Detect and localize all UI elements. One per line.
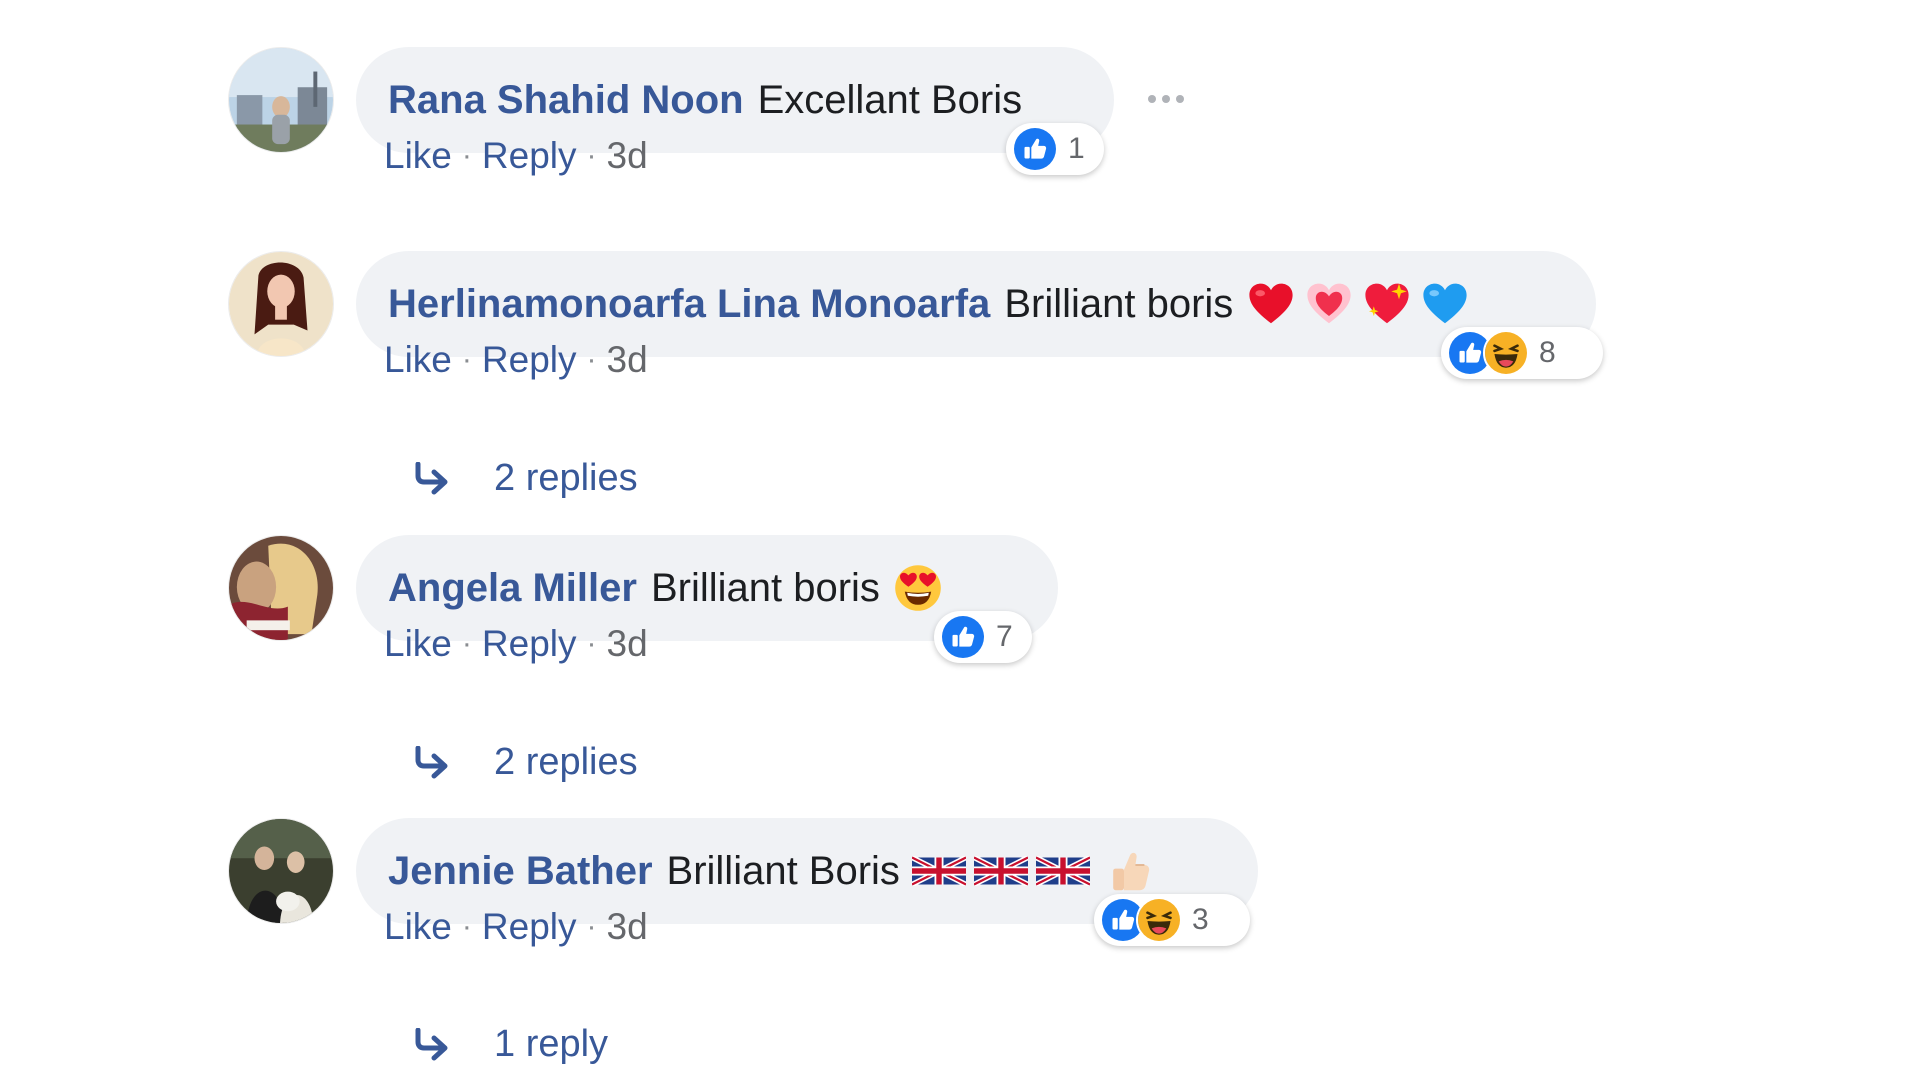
haha-icon bbox=[1483, 330, 1529, 376]
reaction-summary[interactable]: 8 bbox=[1441, 327, 1603, 379]
reply-arrow-icon bbox=[412, 746, 452, 780]
emoji-group bbox=[884, 564, 942, 612]
like-icon bbox=[1012, 126, 1058, 172]
reply-arrow-icon bbox=[412, 462, 452, 496]
thumbs-up-emoji bbox=[1106, 847, 1154, 895]
red-heart-emoji bbox=[1247, 280, 1295, 328]
comment-actions: Like · Reply · 3d bbox=[384, 135, 648, 177]
separator: · bbox=[461, 139, 472, 172]
blue-heart-emoji bbox=[1421, 280, 1469, 328]
timestamp[interactable]: 3d bbox=[607, 339, 648, 381]
comment-actions: Like · Reply · 3d bbox=[384, 623, 648, 665]
replies-count: 2 replies bbox=[494, 741, 638, 783]
timestamp[interactable]: 3d bbox=[607, 623, 648, 665]
timestamp[interactable]: 3d bbox=[607, 135, 648, 177]
uk-flag-emoji bbox=[912, 856, 966, 886]
haha-icon bbox=[1136, 897, 1182, 943]
like-icon bbox=[940, 614, 986, 660]
replies-count: 2 replies bbox=[494, 457, 638, 499]
comment: Angela Miller Brilliant boris 7 Like · R… bbox=[228, 535, 1228, 685]
separator: · bbox=[586, 910, 597, 943]
replies-count: 1 reply bbox=[494, 1023, 609, 1065]
reaction-count: 8 bbox=[1539, 336, 1556, 369]
comment-text: Brilliant boris bbox=[650, 566, 880, 610]
dot-icon bbox=[1176, 95, 1184, 103]
comment-text: Brilliant Boris bbox=[666, 849, 900, 893]
reaction-summary[interactable]: 3 bbox=[1094, 894, 1250, 946]
comment: Rana Shahid Noon Excellant Boris 1 Like … bbox=[228, 47, 1228, 197]
reply-link[interactable]: Reply bbox=[482, 339, 577, 381]
uk-flag-emoji bbox=[1036, 856, 1090, 886]
comment-author[interactable]: Jennie Bather bbox=[388, 848, 653, 894]
separator: · bbox=[586, 627, 597, 660]
reaction-summary[interactable]: 1 bbox=[1006, 123, 1104, 175]
more-options-button[interactable] bbox=[1140, 81, 1192, 117]
comment-text: Excellant Boris bbox=[757, 78, 1023, 122]
reply-link[interactable]: Reply bbox=[482, 135, 577, 177]
timestamp[interactable]: 3d bbox=[607, 906, 648, 948]
like-link[interactable]: Like bbox=[384, 135, 452, 177]
sparkling-heart-emoji bbox=[1363, 280, 1411, 328]
comment-actions: Like · Reply · 3d bbox=[384, 906, 648, 948]
separator: · bbox=[586, 343, 597, 376]
comment-author[interactable]: Herlinamonoarfa Lina Monoarfa bbox=[388, 281, 990, 327]
emoji-group bbox=[904, 847, 1154, 895]
avatar[interactable] bbox=[228, 818, 334, 924]
separator: · bbox=[586, 139, 597, 172]
separator: · bbox=[461, 343, 472, 376]
avatar[interactable] bbox=[228, 535, 334, 641]
view-replies-link[interactable]: 1 reply bbox=[412, 1023, 608, 1066]
comment-text: Brilliant boris bbox=[1004, 282, 1234, 326]
like-link[interactable]: Like bbox=[384, 339, 452, 381]
view-replies-link[interactable]: 2 replies bbox=[412, 457, 638, 500]
heart-emoji bbox=[1305, 280, 1353, 328]
comment-actions: Like · Reply · 3d bbox=[384, 339, 648, 381]
uk-flag-emoji bbox=[974, 856, 1028, 886]
avatar[interactable] bbox=[228, 47, 334, 153]
comment: Herlinamonoarfa Lina Monoarfa Brilliant … bbox=[228, 251, 1628, 401]
reaction-summary[interactable]: 7 bbox=[934, 611, 1032, 663]
reply-link[interactable]: Reply bbox=[482, 623, 577, 665]
reaction-count: 1 bbox=[1068, 132, 1085, 165]
separator: · bbox=[461, 910, 472, 943]
like-link[interactable]: Like bbox=[384, 623, 452, 665]
reaction-count: 3 bbox=[1192, 903, 1209, 936]
like-link[interactable]: Like bbox=[384, 906, 452, 948]
separator: · bbox=[461, 627, 472, 660]
view-replies-link[interactable]: 2 replies bbox=[412, 741, 638, 784]
comment-author[interactable]: Angela Miller bbox=[388, 565, 637, 611]
reply-arrow-icon bbox=[412, 1028, 452, 1062]
dot-icon bbox=[1148, 95, 1156, 103]
heart-eyes-emoji bbox=[894, 564, 942, 612]
comment-author[interactable]: Rana Shahid Noon bbox=[388, 77, 744, 123]
avatar[interactable] bbox=[228, 251, 334, 357]
comment-thread: Rana Shahid Noon Excellant Boris 1 Like … bbox=[0, 0, 1920, 1080]
emoji-group bbox=[1237, 280, 1469, 328]
reaction-count: 7 bbox=[996, 620, 1013, 653]
reply-link[interactable]: Reply bbox=[482, 906, 577, 948]
dot-icon bbox=[1162, 95, 1170, 103]
comment: Jennie Bather Brilliant Boris 3 Like · R… bbox=[228, 818, 1328, 968]
